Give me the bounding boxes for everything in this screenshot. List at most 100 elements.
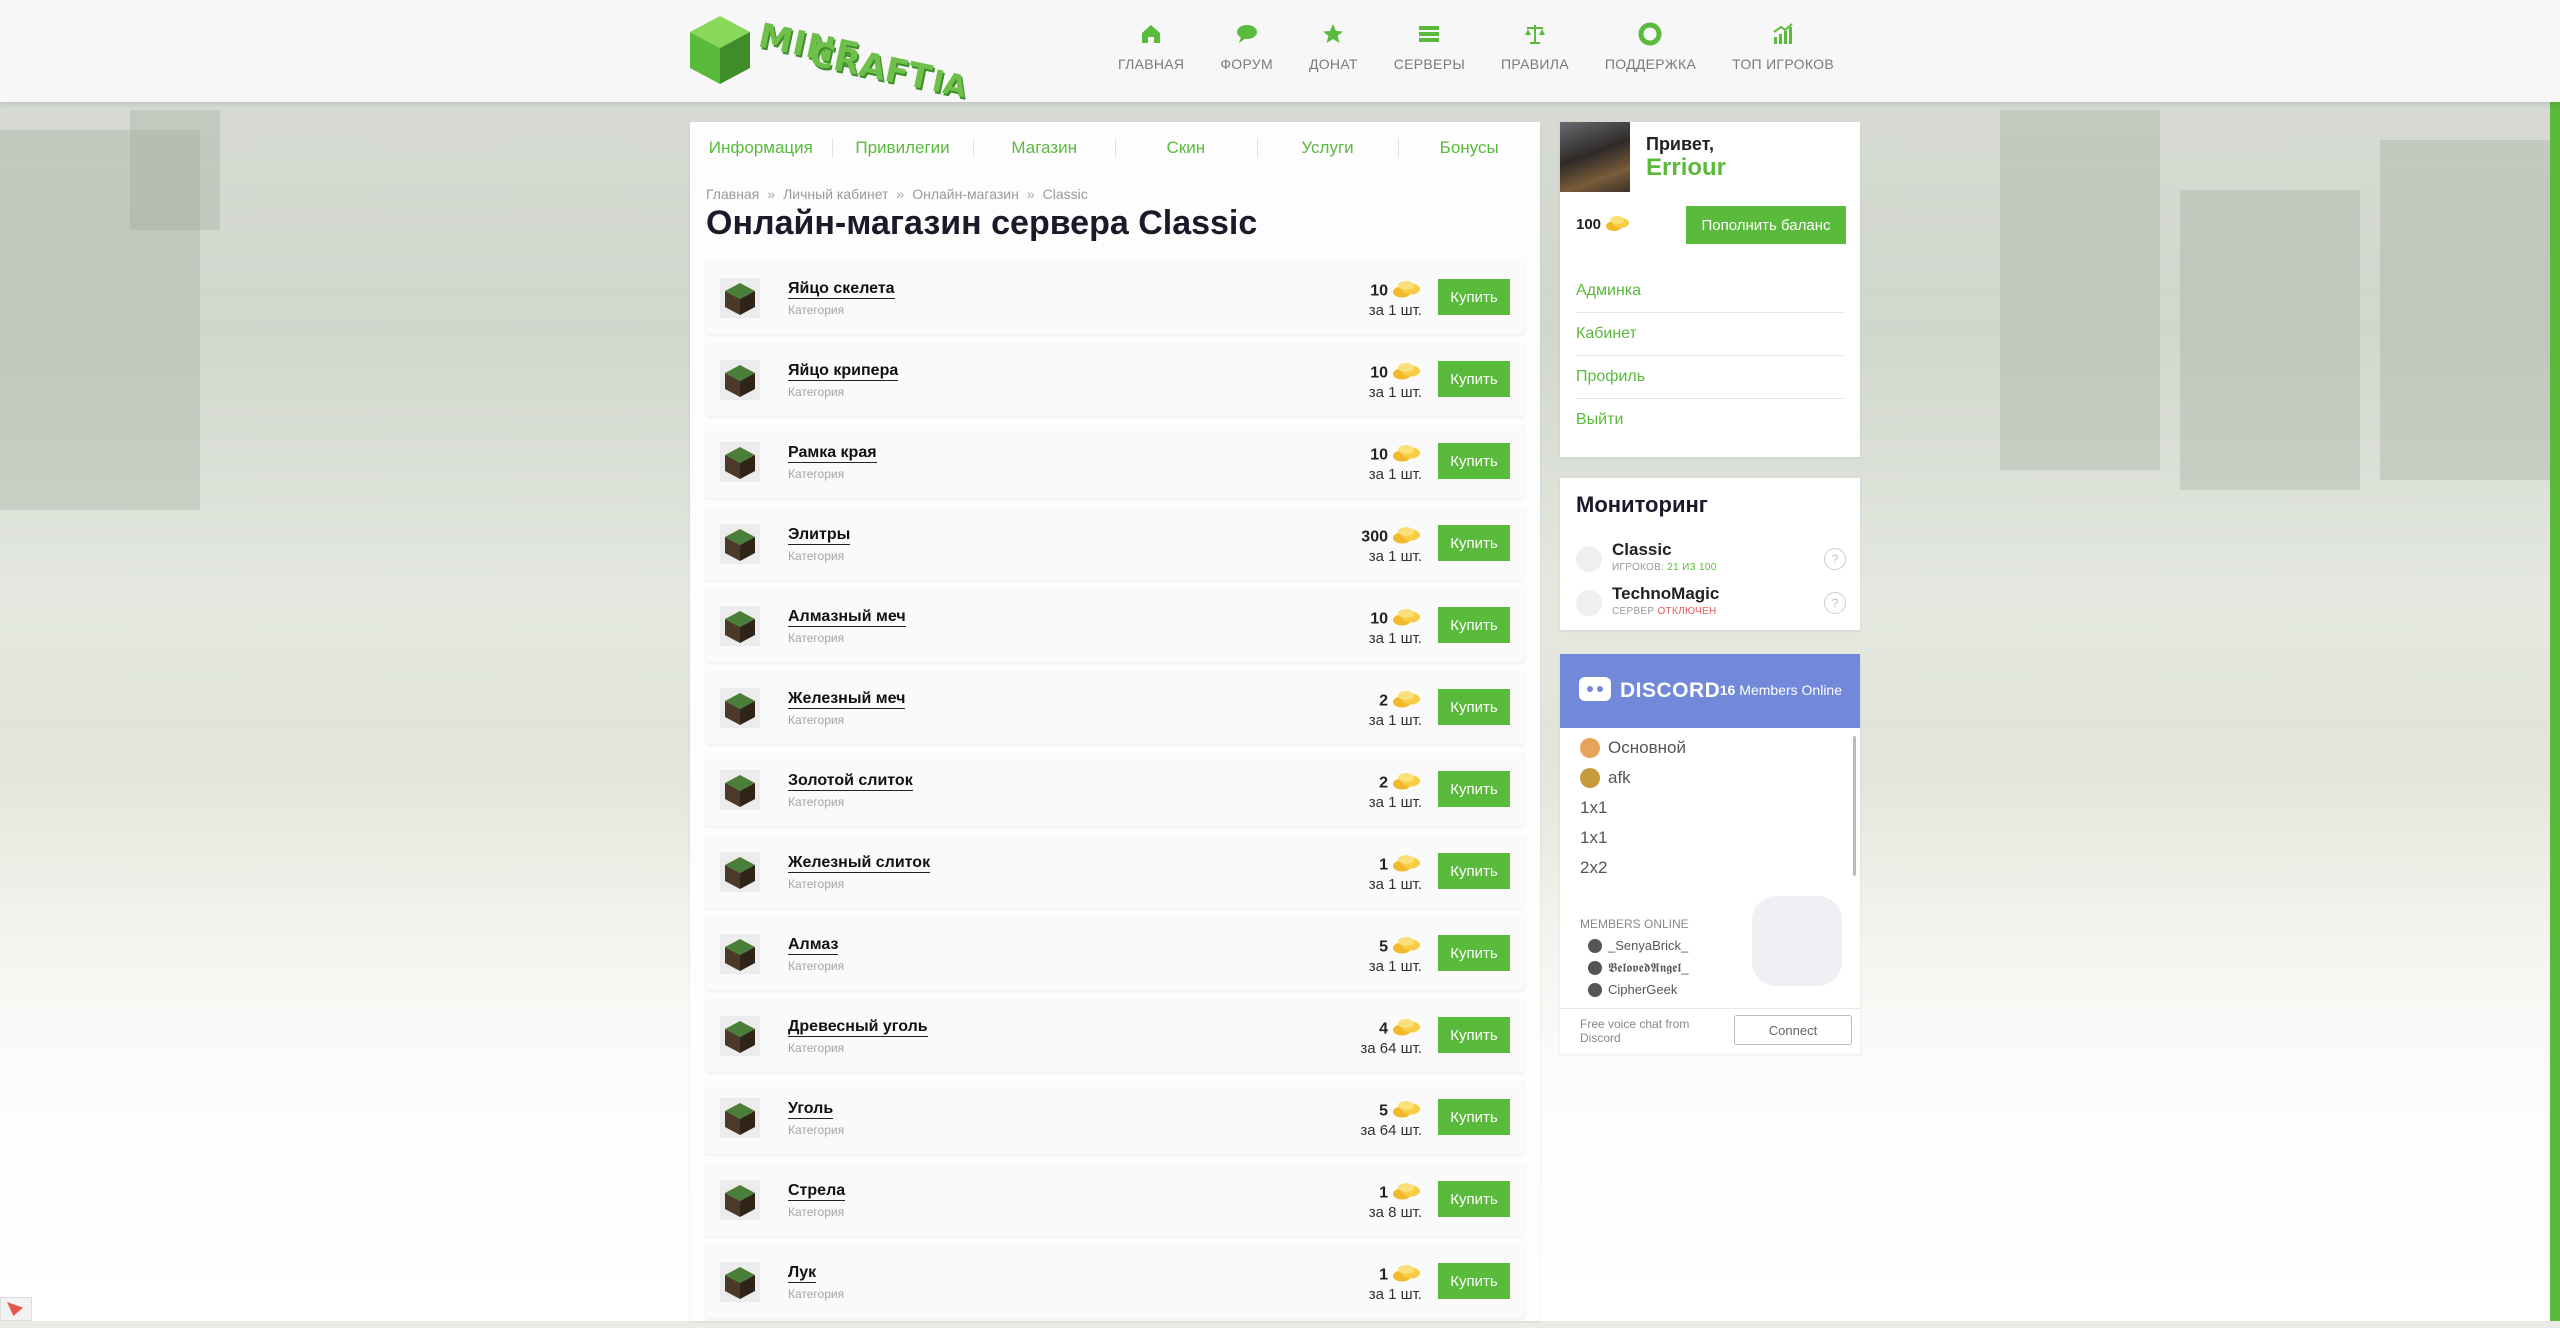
item-name[interactable]: Золотой слиток <box>788 772 913 791</box>
nav-item-0[interactable]: ГЛАВНАЯ <box>1100 22 1202 82</box>
item-name[interactable]: Стрела <box>788 1182 846 1201</box>
breadcrumb-item[interactable]: Онлайн-магазин <box>912 186 1019 202</box>
item-price-value: 5 <box>1379 1102 1388 1120</box>
user-menu-item-0[interactable]: Админка <box>1576 270 1844 313</box>
item-name[interactable]: Алмазный меч <box>788 608 906 627</box>
item-name[interactable]: Уголь <box>788 1100 834 1119</box>
server-row[interactable]: Classic ИГРОКОВ: 21 ИЗ 100? <box>1576 540 1846 578</box>
grass-block-icon <box>720 934 760 974</box>
buy-button[interactable]: Купить <box>1438 1099 1510 1135</box>
shop-item: Яйцо скелета Категория 10 за 1 шт. Купить <box>706 262 1524 334</box>
item-name[interactable]: Алмаз <box>788 936 839 955</box>
discord-connect-button[interactable]: Connect <box>1734 1015 1852 1045</box>
discord-footer: Free voice chat from Discord Connect <box>1560 1008 1860 1054</box>
item-name[interactable]: Древесный уголь <box>788 1018 928 1037</box>
discord-channel[interactable]: 1x1 <box>1580 828 1607 848</box>
discord-body: Основной afk 1x1 1x1 2x2 MEMBERS ONLINE _Sen… <box>1560 728 1860 1008</box>
grass-block-icon <box>720 442 760 482</box>
discord-member[interactable]: 𝕭𝖊𝖑𝖔𝖛𝖊𝖉𝕬𝖓𝖌𝖊𝖑_ <box>1588 960 1688 976</box>
shop-item: Железный слиток Категория 1 за 1 шт. Купить <box>706 836 1524 908</box>
discord-channel[interactable]: 1x1 <box>1580 798 1607 818</box>
user-menu: Админка Кабинет Профиль Выйти <box>1576 270 1844 441</box>
item-category: Категория <box>788 1287 845 1301</box>
nav-item-5[interactable]: ПОДДЕРЖКА <box>1587 22 1714 82</box>
avatar[interactable] <box>1560 122 1630 192</box>
item-name[interactable]: Лук <box>788 1264 817 1283</box>
scales-icon <box>1501 22 1569 46</box>
help-icon[interactable]: ? <box>1824 548 1846 570</box>
balance: 100 <box>1576 214 1631 236</box>
monitoring-card: Мониторинг Classic ИГРОКОВ: 21 ИЗ 100? Tec… <box>1560 478 1860 630</box>
discord-channel[interactable]: Основной <box>1580 738 1686 758</box>
buy-button[interactable]: Купить <box>1438 771 1510 807</box>
buy-button[interactable]: Купить <box>1438 853 1510 889</box>
breadcrumb-item[interactable]: Главная <box>706 186 759 202</box>
shop-item: Золотой слиток Категория 2 за 1 шт. Купить <box>706 754 1524 826</box>
discord-channel[interactable]: afk <box>1580 768 1631 788</box>
nav-item-3[interactable]: СЕРВЕРЫ <box>1376 22 1483 82</box>
item-price: 10 <box>1370 443 1422 468</box>
nav-item-6[interactable]: ТОП ИГРОКОВ <box>1714 22 1852 82</box>
item-category: Категория <box>788 385 845 399</box>
item-price-value: 10 <box>1370 446 1388 464</box>
tab-3[interactable]: Скин <box>1115 122 1257 174</box>
extension-badge[interactable] <box>0 1297 32 1321</box>
channel-name: 1x1 <box>1580 798 1608 817</box>
item-name[interactable]: Железный слиток <box>788 854 931 873</box>
user-menu-item-3[interactable]: Выйти <box>1576 399 1844 441</box>
nav-label: ФОРУМ <box>1220 56 1273 72</box>
server-row[interactable]: TechnoMagic СЕРВЕР ОТКЛЮЧЕН? <box>1576 584 1846 622</box>
grass-block-icon <box>720 688 760 728</box>
breadcrumb-item[interactable]: Classic <box>1043 186 1088 202</box>
buy-button[interactable]: Купить <box>1438 1263 1510 1299</box>
server-name: Classic <box>1612 540 1672 559</box>
item-name[interactable]: Яйцо скелета <box>788 280 895 299</box>
buy-button[interactable]: Купить <box>1438 361 1510 397</box>
buy-button[interactable]: Купить <box>1438 607 1510 643</box>
nav-item-1[interactable]: ФОРУМ <box>1202 22 1291 82</box>
discord-member[interactable]: CipherGeek <box>1588 982 1677 997</box>
nav-label: ПРАВИЛА <box>1501 56 1569 72</box>
discord-member[interactable]: _SenyaBrick_ <box>1588 938 1688 953</box>
buy-button[interactable]: Купить <box>1438 1017 1510 1053</box>
item-name[interactable]: Яйцо крипера <box>788 362 899 381</box>
server-status-label: СЕРВЕР <box>1612 606 1655 617</box>
item-price: 2 <box>1379 771 1422 796</box>
discord-scrollbar[interactable] <box>1853 736 1856 876</box>
nav-item-4[interactable]: ПРАВИЛА <box>1483 22 1587 82</box>
tab-1[interactable]: Привилегии <box>831 122 974 174</box>
buy-button[interactable]: Купить <box>1438 1181 1510 1217</box>
item-name[interactable]: Элитры <box>788 526 851 545</box>
lifebuoy-icon <box>1605 22 1696 46</box>
buy-button[interactable]: Купить <box>1438 443 1510 479</box>
user-menu-item-1[interactable]: Кабинет <box>1576 313 1844 356</box>
item-category: Категория <box>788 631 845 645</box>
tab-0[interactable]: Информация <box>690 122 832 174</box>
item-name[interactable]: Железный меч <box>788 690 906 709</box>
buy-button[interactable]: Купить <box>1438 525 1510 561</box>
shop-item: Алмазный меч Категория 10 за 1 шт. Купить <box>706 590 1524 662</box>
user-menu-item-2[interactable]: Профиль <box>1576 356 1844 399</box>
grass-block-icon <box>720 770 760 810</box>
item-name[interactable]: Рамка края <box>788 444 877 463</box>
buy-button[interactable]: Купить <box>1438 935 1510 971</box>
tab-4[interactable]: Услуги <box>1256 122 1399 174</box>
topup-balance-button[interactable]: Пополнить баланс <box>1686 206 1846 244</box>
site-logo[interactable]: MINE CRAFTIA <box>688 12 970 105</box>
chat-icon <box>1220 22 1273 46</box>
nav-item-2[interactable]: ДОНАТ <box>1291 22 1376 82</box>
breadcrumb-item[interactable]: Личный кабинет <box>783 186 888 202</box>
item-price: 1 <box>1379 1263 1422 1288</box>
item-quantity: за 64 шт. <box>1360 1040 1422 1057</box>
buy-button[interactable]: Купить <box>1438 689 1510 725</box>
buy-button[interactable]: Купить <box>1438 279 1510 315</box>
grass-block-icon <box>720 606 760 646</box>
grass-block-icon <box>720 1016 760 1056</box>
discord-channel[interactable]: 2x2 <box>1580 858 1607 878</box>
scrollbar-rail[interactable] <box>2550 0 2560 1321</box>
tab-5[interactable]: Бонусы <box>1398 122 1540 174</box>
shop-item: Лук Категория 1 за 1 шт. Купить <box>706 1246 1524 1318</box>
tab-2[interactable]: Магазин <box>973 122 1115 174</box>
help-icon[interactable]: ? <box>1824 592 1846 614</box>
coin-icon <box>1392 279 1422 304</box>
